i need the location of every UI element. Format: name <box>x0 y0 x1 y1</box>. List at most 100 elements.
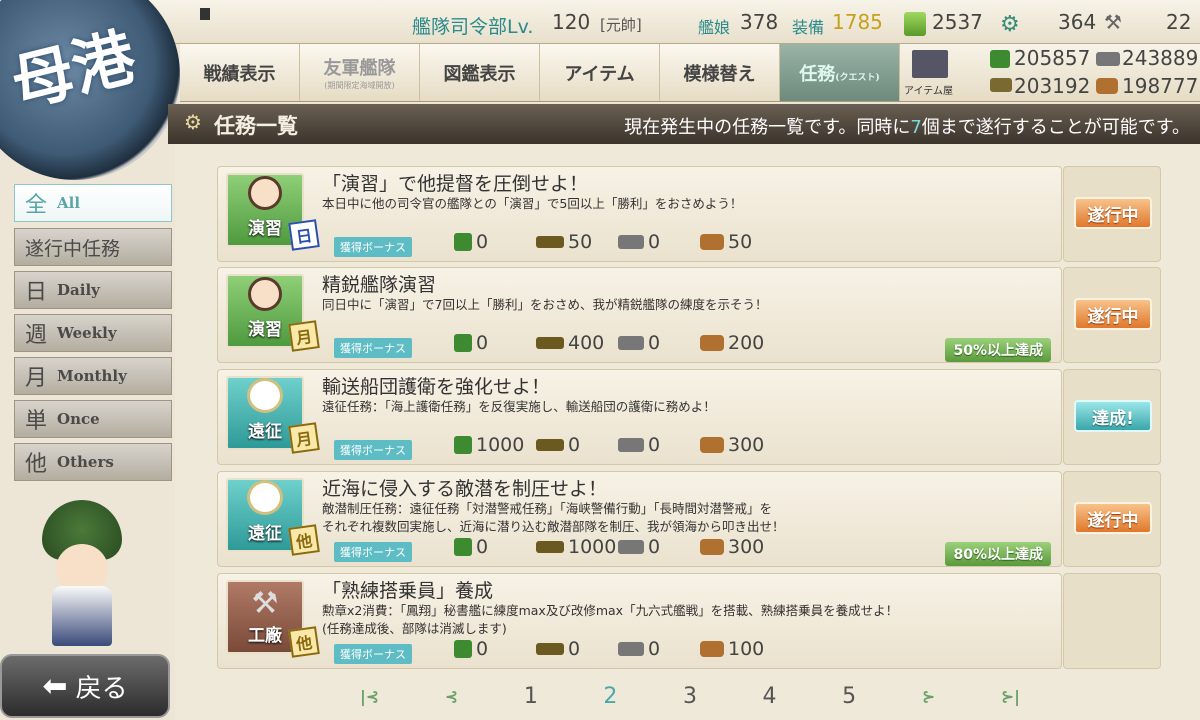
status-in-progress[interactable]: 遂行中 <box>1074 502 1152 534</box>
quest-title-bar: ⚙ 任務一覧 現在発生中の任務一覧です。同時に7個まで遂行することが可能です。 <box>168 104 1200 144</box>
quest-title: 精鋭艦隊演習 <box>322 274 437 296</box>
prev-page-icon[interactable]: ⊰ <box>445 687 458 706</box>
nav-label: 戦績表示 <box>203 63 276 85</box>
tab-once[interactable]: 単 Once <box>14 400 172 438</box>
quest-status-cell <box>1063 573 1161 669</box>
page-3[interactable]: 3 <box>683 684 697 709</box>
steel-icon <box>1096 52 1120 66</box>
last-page-icon[interactable]: ⊱| <box>1001 687 1020 706</box>
bucket-count: 2537 <box>932 10 983 34</box>
bonus-label: 獲得ボーナス <box>334 237 412 257</box>
frequency-badge: 月 <box>288 422 320 454</box>
tab-all[interactable]: 全 All <box>14 184 172 222</box>
nav-label: 図鑑表示 <box>443 63 516 85</box>
reward-bauxite: 100 <box>700 638 764 660</box>
page-2[interactable]: 2 <box>603 684 617 709</box>
category-label: 遠征 <box>248 524 282 544</box>
steel-icon <box>618 235 644 249</box>
reward-value: 0 <box>568 434 581 456</box>
shop-icon <box>912 50 948 78</box>
back-button[interactable]: ⬅ 戻る <box>0 654 170 718</box>
tab-others[interactable]: 他 Others <box>14 443 172 481</box>
tab-en: Monthly <box>57 367 127 385</box>
ships-label: 艦娘 <box>698 18 731 37</box>
tab-en: Daily <box>57 281 100 299</box>
tab-kanji: 日 <box>25 280 48 305</box>
character-icon <box>248 176 282 210</box>
tab-en: All <box>57 194 81 212</box>
quest-row[interactable]: 演習 月 精鋭艦隊演習 同日中に「演習」で7回以上「勝利」をおさめ、我が精鋭艦隊… <box>217 267 1062 363</box>
port-label: 母港 <box>4 19 143 121</box>
quest-row[interactable]: 演習 日 「演習」で他提督を圧倒せよ！ 本日中に他の司令官の艦隊との「演習」で5… <box>217 166 1062 262</box>
resource-panel: アイテム屋 205857 243889 203192 198777 <box>900 44 1200 102</box>
reward-steel: 0 <box>618 332 660 354</box>
reward-value: 0 <box>648 231 661 253</box>
nav-record[interactable]: 戦績表示 <box>180 44 300 101</box>
fuel-count: 205857 <box>1014 46 1091 70</box>
nav-library[interactable]: 図鑑表示 <box>420 44 540 101</box>
ammo-icon <box>536 337 564 349</box>
reward-steel: 0 <box>618 434 660 456</box>
reward-ammo: 0 <box>536 434 580 456</box>
message-pre: 現在発生中の任務一覧です。同時に <box>624 117 911 138</box>
nav-friend-fleet[interactable]: 友軍艦隊 (期間限定海域開放) <box>300 44 420 101</box>
steel-icon <box>618 336 644 350</box>
nav-label: 任務 <box>799 63 836 85</box>
reward-ammo: 1000 <box>536 536 616 558</box>
reward-ammo: 400 <box>536 332 604 354</box>
secretary-portrait <box>30 490 150 660</box>
page-4[interactable]: 4 <box>763 684 777 709</box>
tab-in-progress[interactable]: 遂行中任務 <box>14 228 172 266</box>
bauxite-icon <box>700 234 724 250</box>
page-1[interactable]: 1 <box>524 684 538 709</box>
category-label: 工廠 <box>248 626 282 646</box>
reward-value: 50 <box>728 231 753 253</box>
frequency-badge: 日 <box>288 219 320 251</box>
equip-count: 1785 <box>832 10 883 34</box>
tab-monthly[interactable]: 月 Monthly <box>14 357 172 395</box>
compass-icon <box>247 480 283 515</box>
fuel-icon <box>454 233 472 251</box>
main-nav: 戦績表示 友軍艦隊 (期間限定海域開放) 図鑑表示 アイテム 模様替え 任務 (クエ… <box>180 44 900 102</box>
next-page-icon[interactable]: ⊱ <box>922 687 935 706</box>
nav-sublabel: (期間限定海域開放) <box>324 81 395 90</box>
desc-line: それぞれ複数回実施し、近海に潜り込む敵潜部隊を制圧、我が領海から叩き出せ！ <box>322 519 785 534</box>
category-label: 演習 <box>248 219 282 239</box>
reward-value: 200 <box>728 332 765 354</box>
first-page-icon[interactable]: |⊰ <box>360 687 379 706</box>
reward-value: 0 <box>476 638 489 660</box>
quest-filter-tabs: 全 All 遂行中任務 日 Daily 週 Weekly 月 Monthly 単 Once… <box>0 150 180 720</box>
quest-row[interactable]: 遠征 他 近海に侵入する敵潜を制圧せよ！ 敵潜制圧任務：遠征任務「対潜警戒任務」… <box>217 471 1062 567</box>
nav-quests[interactable]: 任務 (クエスト) <box>780 44 900 101</box>
reward-value: 1000 <box>568 536 617 558</box>
reward-bauxite: 300 <box>700 434 764 456</box>
bauxite-icon <box>700 335 724 351</box>
back-arrow-icon: ⬅ <box>42 668 68 704</box>
frequency-badge: 月 <box>288 320 320 352</box>
page-5[interactable]: 5 <box>842 684 856 709</box>
ammo-icon <box>536 236 564 248</box>
hq-level: 120 <box>552 10 591 34</box>
tab-kanji: 他 <box>25 452 48 477</box>
tab-daily[interactable]: 日 Daily <box>14 271 172 309</box>
reward-fuel: 0 <box>454 231 488 253</box>
nav-furniture[interactable]: 模様替え <box>660 44 780 101</box>
reward-value: 0 <box>648 638 661 660</box>
status-in-progress[interactable]: 遂行中 <box>1074 298 1152 330</box>
ammo-icon <box>990 78 1012 92</box>
nav-items[interactable]: アイテム <box>540 44 660 101</box>
quest-row[interactable]: 遠征 月 輸送船団護衛を強化せよ！ 遠征任務：「海上護衛任務」を反復実施し、輸送… <box>217 369 1062 465</box>
reward-value: 400 <box>568 332 605 354</box>
quest-row[interactable]: ⚒ 工廠 他 「熟練搭乗員」養成 勲章x2消費：「鳳翔」秘書艦に練度max及び改… <box>217 573 1062 669</box>
reward-value: 0 <box>648 434 661 456</box>
gear-icon: ⚙ <box>184 110 202 134</box>
top-status-bar: 艦隊司令部Lv. 120 [元帥] 艦娘 378 装備 1785 2537 ⚙ … <box>0 0 1200 44</box>
progress-badge: 50%以上達成 <box>945 338 1051 362</box>
quest-description: 敵潜制圧任務：遠征任務「対潜警戒任務」「海峡警備行動」「長時間対潜警戒」を それぞ… <box>322 500 1052 536</box>
page-title: 任務一覧 <box>214 114 298 138</box>
indicator-icon <box>200 8 210 20</box>
item-shop-button[interactable]: アイテム屋 <box>904 48 960 98</box>
tab-weekly[interactable]: 週 Weekly <box>14 314 172 352</box>
status-in-progress[interactable]: 遂行中 <box>1074 197 1152 229</box>
status-complete[interactable]: 達成! <box>1074 400 1152 432</box>
